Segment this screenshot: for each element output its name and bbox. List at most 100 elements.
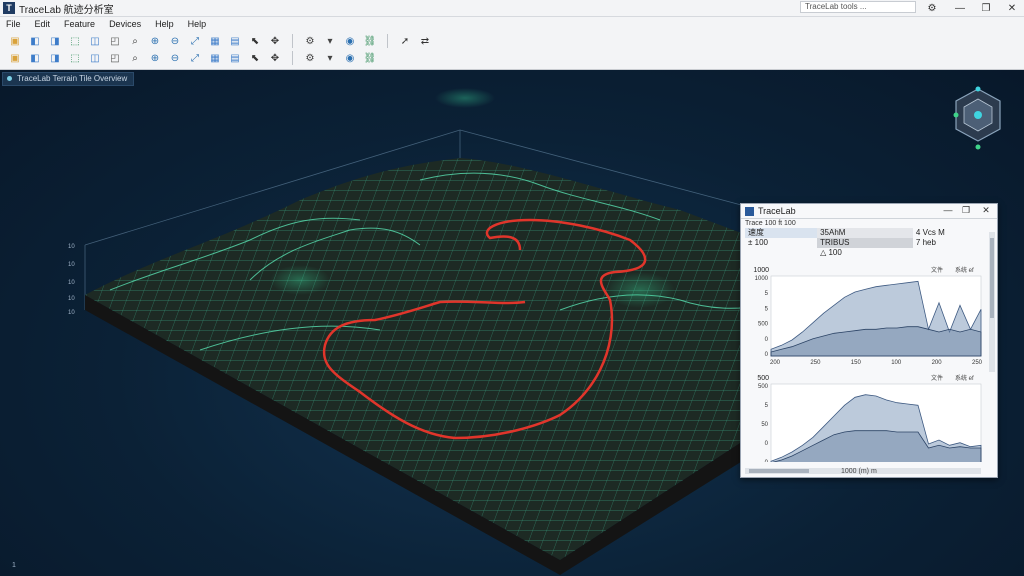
legend-entry: 文件 xyxy=(931,374,943,382)
arrows-icon[interactable]: ⇄ xyxy=(418,34,432,48)
settings-icon[interactable]: ⚙ xyxy=(303,34,317,48)
ruler-icon[interactable]: ▦ xyxy=(208,51,222,65)
select-icon[interactable]: ⬉ xyxy=(248,34,262,48)
y-tick-label: 5 xyxy=(765,403,769,409)
grid-cell xyxy=(913,248,985,258)
frame-icon[interactable]: ◰ xyxy=(108,34,122,48)
y-tick-label: 5 xyxy=(765,306,769,312)
copy-icon[interactable]: ◫ xyxy=(88,34,102,48)
filter-icon[interactable]: ✥ xyxy=(268,51,282,65)
sync-icon[interactable]: ⚙ xyxy=(303,51,317,65)
panel-logo-icon xyxy=(745,206,754,216)
toolbar-row-1: ▣ ◧ ◨ ⬚ ◫ ◰ ⌕ ⊕ ⊖ ⤢ ▦ ▤ ⬉ ✥ ⚙ ▾ ◉ ⛓ ➚ ⇄ xyxy=(8,34,432,48)
menu-bar: File Edit Feature Devices Help Help xyxy=(0,17,1024,31)
x-tick-label: 200 xyxy=(770,360,781,366)
svg-text:10: 10 xyxy=(68,244,75,250)
svg-text:10: 10 xyxy=(68,262,75,268)
node-icon[interactable]: ◉ xyxy=(343,34,357,48)
chart-1: 100010005550000200 250 150 100 200 250文件 系统 ef xyxy=(753,266,982,366)
legend-entry: 文件 xyxy=(931,266,943,274)
trace-panel[interactable]: TraceLab — ❐ ✕ Trace 100 ft 100 速度 35AhM… xyxy=(740,203,998,478)
panel-status-text: 1000 (m) xyxy=(841,468,870,475)
x-tick-label: 250 xyxy=(972,360,983,366)
y-tick-label: 0 xyxy=(765,352,769,358)
panel-info-grid: 速度 35AhM 4 Vcs M ± 100 TRIBUS 7 heb △ 10… xyxy=(745,228,985,258)
dropdown-icon[interactable]: ▾ xyxy=(323,34,337,48)
svg-text:10: 10 xyxy=(68,280,75,286)
y-tick-label: 50 xyxy=(761,422,768,428)
menu-devices[interactable]: Devices xyxy=(103,17,149,31)
frame-counter: 1 xyxy=(12,562,16,569)
legend-entry: 系统 ef xyxy=(955,374,974,382)
svg-text:10: 10 xyxy=(68,296,75,302)
open-icon[interactable]: ◧ xyxy=(28,34,42,48)
save-icon[interactable]: ▣ xyxy=(8,51,22,65)
menu-file[interactable]: File xyxy=(0,17,29,31)
grid-cell xyxy=(745,248,817,258)
app-logo-icon: T xyxy=(3,2,15,14)
rotate-icon[interactable]: ⊖ xyxy=(168,51,182,65)
close-button[interactable]: ✕ xyxy=(1000,0,1024,16)
x-tick-label: 150 xyxy=(851,360,862,366)
toolbar-separator xyxy=(387,34,388,48)
measure-icon[interactable]: ⤢ xyxy=(188,51,202,65)
search-icon[interactable]: ⌕ xyxy=(128,34,142,48)
title-bar: T TraceLab 航迹分析室 TraceLab tools ... ⚙ — … xyxy=(0,0,1024,17)
move-icon[interactable]: ✥ xyxy=(268,34,282,48)
chart-2: 50050055000250200100100350250文件系统 ef xyxy=(757,374,982,462)
grid-cell: TRIBUS xyxy=(817,238,913,248)
panel-maximize-button[interactable]: ❐ xyxy=(959,205,973,216)
menu-edit[interactable]: Edit xyxy=(29,17,59,31)
menu-help[interactable]: Help xyxy=(149,17,182,31)
chart-icon[interactable]: ⬚ xyxy=(68,51,82,65)
layer-icon[interactable]: ◨ xyxy=(48,34,62,48)
panel-minimize-button[interactable]: — xyxy=(941,205,955,215)
axis-ticks: 10 10 10 10 10 xyxy=(68,244,75,316)
box-icon[interactable]: ◉ xyxy=(343,51,357,65)
cube-icon[interactable]: ⛓ xyxy=(363,51,377,65)
zoom-fit-icon[interactable]: ⤢ xyxy=(188,34,202,48)
y-tick-label: 500 xyxy=(758,322,769,328)
folder-icon[interactable]: ▣ xyxy=(8,34,22,48)
link-icon[interactable]: ⛓ xyxy=(363,34,377,48)
grid-cell: 速度 xyxy=(745,228,818,238)
settings-icon[interactable]: ⚙ xyxy=(920,0,944,16)
toolbar: ▣ ◧ ◨ ⬚ ◫ ◰ ⌕ ⊕ ⊖ ⤢ ▦ ▤ ⬉ ✥ ⚙ ▾ ◉ ⛓ ➚ ⇄ ▣ ◧ ◨ ⬚ ◫ ◰ ⌕ ⊕ ⊖ ⤢ ▦ ▤ ⬉ ✥ ⚙ ▾ ◉ ⛓ xyxy=(0,31,1024,70)
menu-feature[interactable]: Feature xyxy=(58,17,103,31)
maximize-button[interactable]: ❐ xyxy=(974,0,998,16)
cursor-icon[interactable]: ⌕ xyxy=(128,51,142,65)
pointer-icon[interactable]: ➚ xyxy=(398,34,412,48)
navigation-cube[interactable] xyxy=(950,85,1006,155)
y-tick-label: 500 xyxy=(758,384,769,390)
menu-help-2[interactable]: Help xyxy=(182,17,215,31)
panel-scrollbar-vertical[interactable] xyxy=(989,232,995,372)
minimize-button[interactable]: — xyxy=(948,0,972,16)
zoom-in-icon[interactable]: ⊕ xyxy=(148,34,162,48)
table-icon[interactable]: ▤ xyxy=(228,34,242,48)
x-tick-label: 250 xyxy=(810,360,821,366)
pan-icon[interactable]: ⊕ xyxy=(148,51,162,65)
grid-cell: 4 Vcs M xyxy=(915,228,945,237)
image-icon[interactable]: ◧ xyxy=(28,51,42,65)
grid-cell: ± 100 xyxy=(748,238,768,247)
zoom-out-icon[interactable]: ⊖ xyxy=(168,34,182,48)
grid-cell: 35AhM xyxy=(817,228,913,238)
panel-status: 1000 (m) m xyxy=(841,468,877,475)
line-icon[interactable]: ▾ xyxy=(323,51,337,65)
layers-icon[interactable]: ◨ xyxy=(48,51,62,65)
chart-ylabel: 1000 xyxy=(753,267,769,274)
y-tick-label: 5 xyxy=(765,291,769,297)
paint-icon[interactable]: ⬉ xyxy=(248,51,262,65)
mesh-icon[interactable]: ▤ xyxy=(228,51,242,65)
grid-cell: △ 100 xyxy=(820,248,842,257)
scrollbar-thumb[interactable] xyxy=(990,238,994,318)
panel-charts: 100010005550000200 250 150 100 200 250文件 系统 ef… xyxy=(753,266,983,462)
panel-close-button[interactable]: ✕ xyxy=(979,205,993,216)
export-icon[interactable]: ⬚ xyxy=(68,34,82,48)
grid-icon[interactable]: ▦ xyxy=(208,34,222,48)
scrollbar-thumb[interactable] xyxy=(749,469,809,473)
search-input[interactable]: TraceLab tools ... xyxy=(800,1,916,13)
chart-ylabel: 500 xyxy=(757,375,769,382)
edit-icon[interactable]: ◫ xyxy=(88,51,102,65)
crop-icon[interactable]: ◰ xyxy=(108,51,122,65)
